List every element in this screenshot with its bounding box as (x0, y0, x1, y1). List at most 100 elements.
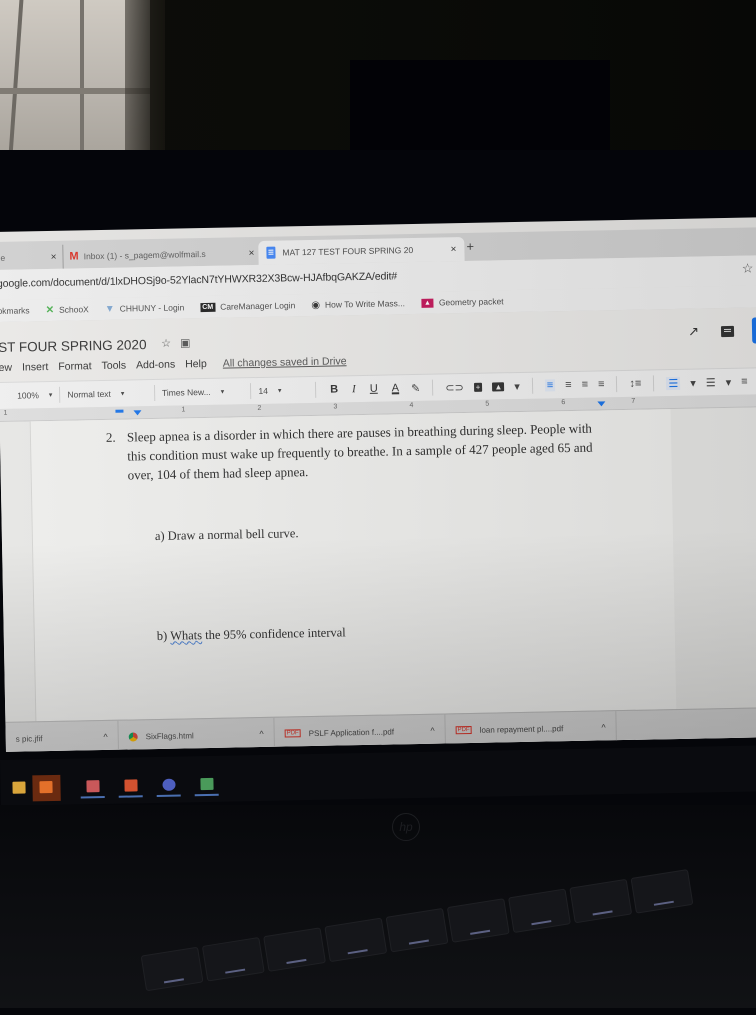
teams-icon[interactable] (162, 778, 176, 791)
bold-button[interactable]: B (330, 383, 338, 395)
ruler-tick: 3 (333, 403, 338, 411)
menu-help[interactable]: Help (185, 358, 207, 370)
menu-insert[interactable]: Insert (22, 361, 48, 374)
document-title[interactable]: ST FOUR SPRING 2020 (0, 337, 147, 355)
menu-add-ons[interactable]: Add-ons (136, 359, 175, 372)
paragraph-style-select[interactable]: Normal text ▾ (67, 388, 147, 400)
hp-logo-icon: hp (392, 813, 420, 841)
keyboard-key (385, 907, 449, 953)
download-name: PSLF Application f....pdf (308, 726, 395, 738)
excel-icon[interactable] (200, 777, 214, 791)
part-b[interactable]: b) Whats the 95% confidence interval (157, 625, 346, 644)
bookmark-label: SchooX (58, 304, 89, 315)
bookmark-star-icon[interactable]: ☆ (742, 260, 754, 276)
acrobat-icon[interactable] (86, 780, 100, 793)
line-spacing-icon[interactable]: ↕≡ (629, 378, 641, 390)
close-tab-icon[interactable]: × (51, 251, 57, 262)
part-a[interactable]: a) Draw a normal bell curve. (155, 526, 299, 544)
first-line-indent-marker[interactable] (115, 409, 124, 413)
divider (153, 384, 156, 401)
share-button[interactable] (751, 317, 756, 344)
font-size-select[interactable]: 14 ▾ (258, 385, 308, 396)
left-indent-marker[interactable] (133, 410, 142, 416)
ruler-tick: 2 (257, 404, 262, 413)
comments-icon[interactable] (720, 325, 735, 337)
outlook-icon[interactable] (39, 780, 53, 794)
menu-format[interactable]: Format (58, 360, 91, 373)
url-input[interactable]: google.com/document/d/1lxDHOSj9o-52YlacN… (0, 270, 397, 290)
activity-dashboard-icon[interactable]: ↗ (688, 324, 699, 340)
align-right-icon[interactable]: ≡ (582, 379, 589, 391)
download-name: loan repayment pl....pdf (479, 723, 564, 735)
browser-tab[interactable]: le × (0, 245, 57, 270)
file-explorer-icon[interactable] (12, 781, 26, 794)
bookmark-schoox[interactable]: ✕ SchooX (46, 304, 89, 315)
menu-tools[interactable]: Tools (101, 360, 126, 372)
chevron-down-icon[interactable]: ▾ (726, 375, 732, 388)
pdf-icon: PDF (284, 729, 301, 738)
close-tab-icon[interactable]: × (249, 248, 255, 259)
powerpoint-icon[interactable] (124, 779, 138, 792)
chevron-up-icon[interactable]: ^ (241, 729, 263, 739)
browser-tab-gmail[interactable]: M Inbox (1) - s_pagem@wolfmail.s × (62, 241, 255, 269)
bookmark-chhuny[interactable]: ▼ CHHUNY - Login (105, 302, 185, 314)
zoom-select[interactable]: 100% ▾ (17, 390, 52, 401)
bookmark-geometry-packet[interactable]: ▲ Geometry packet (420, 296, 504, 308)
star-icon[interactable]: ☆ (161, 338, 171, 350)
bulleted-list-icon[interactable]: ☰ (706, 376, 716, 389)
save-status[interactable]: All changes saved in Drive (223, 355, 347, 369)
download-item[interactable]: SixFlags.html ^ (118, 717, 275, 752)
part-a-label: a) (154, 528, 165, 544)
running-indicator (194, 793, 219, 797)
underline-button[interactable]: U (370, 383, 378, 395)
highlight-icon[interactable]: ✎ (411, 381, 420, 394)
right-indent-marker[interactable] (597, 401, 606, 407)
bookmark-caremanager[interactable]: CM CareManager Login (200, 300, 295, 312)
bookmark-label: CareManager Login (220, 300, 296, 312)
keyboard (140, 859, 756, 1015)
question-2[interactable]: 2. Sleep apnea is a disorder in which th… (106, 419, 598, 485)
divider (531, 377, 533, 394)
misspelled-word[interactable]: Whats (170, 628, 202, 643)
align-justify-icon[interactable]: ≡ (598, 378, 605, 390)
italic-button[interactable]: I (352, 383, 356, 395)
laptop-bezel (0, 150, 756, 230)
chevron-up-icon[interactable]: ^ (85, 732, 107, 742)
add-comment-icon[interactable]: + (473, 382, 483, 392)
laptop-screen: le × M Inbox (1) - s_pagem@wolfmail.s × … (0, 217, 756, 752)
insert-image-icon[interactable]: ▲ (492, 381, 505, 391)
menu-view[interactable]: ew (0, 362, 12, 374)
keyboard-key (508, 888, 571, 934)
move-to-folder-icon[interactable]: ▣ (180, 337, 191, 349)
download-item[interactable]: PDF PSLF Application f....pdf ^ (274, 714, 446, 750)
text-color-button[interactable]: A (392, 382, 400, 394)
question-number: 2. (105, 429, 116, 445)
ruler-tick: 7 (631, 397, 636, 405)
bookmark-how-to-write[interactable]: ◉ How To Write Mass... (311, 298, 406, 310)
chevron-down-icon: ▾ (120, 390, 125, 398)
close-tab-icon[interactable]: × (450, 244, 456, 255)
link-icon[interactable]: ⊂⊃ (445, 381, 464, 394)
download-item[interactable]: PDF loan repayment pl....pdf ^ (445, 711, 617, 747)
chevron-up-icon[interactable]: ^ (583, 722, 605, 732)
document-page[interactable]: 2. Sleep apnea is a disorder in which th… (29, 409, 677, 722)
numbered-list-icon[interactable]: ☰ (666, 376, 681, 390)
chrome-icon (128, 731, 138, 742)
chevron-down-icon[interactable]: ▾ (514, 379, 520, 392)
decrease-indent-icon[interactable]: ≡ (741, 376, 748, 388)
align-center-icon[interactable]: ≡ (565, 379, 572, 391)
download-item[interactable]: s pic.jfif ^ (5, 720, 120, 752)
chevron-down-icon[interactable]: ▾ (690, 376, 696, 389)
bookmark-label: How To Write Mass... (324, 298, 406, 310)
align-left-icon[interactable]: ≡ (544, 379, 556, 392)
bookmarks-label[interactable]: okmarks (0, 305, 30, 316)
part-b-label: b) (156, 628, 168, 643)
chevron-up-icon[interactable]: ^ (412, 726, 434, 736)
chevron-down-icon: ▾ (220, 388, 225, 396)
divider (616, 376, 618, 393)
font-select[interactable]: Times New... ▾ (162, 386, 244, 398)
new-tab-button[interactable]: + (466, 239, 474, 254)
tab-title: le (0, 252, 6, 263)
keyboard-key (201, 936, 265, 982)
zoom-value: 100% (17, 390, 39, 401)
